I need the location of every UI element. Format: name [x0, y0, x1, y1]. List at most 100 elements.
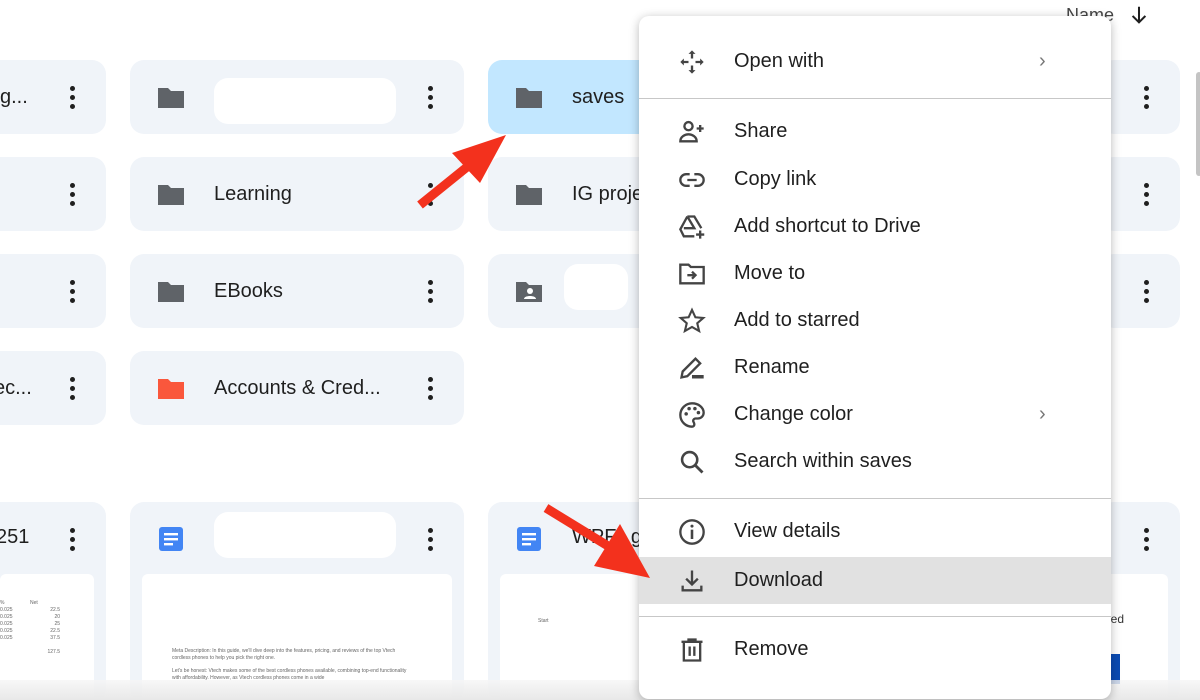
folder-name: saves	[572, 85, 625, 108]
folder-card[interactable]	[130, 60, 464, 134]
annotation-arrow-to-folder	[417, 135, 506, 209]
menu-item-add-to-starred[interactable]: Add to starred	[639, 297, 1111, 344]
table-cell: 20	[54, 614, 60, 620]
open-with-icon	[680, 49, 704, 74]
move-to-folder-icon	[679, 263, 705, 284]
folder-card[interactable]: Accounts & Cred...	[130, 351, 464, 425]
folder-name: Learning	[214, 182, 292, 205]
more-options-button[interactable]	[60, 82, 84, 112]
menu-item-share[interactable]: Share	[639, 108, 1111, 155]
menu-divider	[639, 498, 1111, 499]
redacted-name	[564, 264, 628, 310]
folder-card[interactable]	[0, 254, 106, 328]
table-cell: 0.025	[0, 628, 13, 634]
more-options-button[interactable]	[60, 373, 84, 403]
more-options-button[interactable]	[1134, 179, 1158, 209]
menu-item-move-to[interactable]: Move to	[639, 250, 1111, 297]
folder-card[interactable]: ec...	[0, 351, 106, 425]
context-menu: Open with › Share Copy link Add shortcut…	[639, 16, 1111, 699]
more-options-button[interactable]	[60, 179, 84, 209]
more-options-button[interactable]	[60, 524, 84, 554]
more-options-button[interactable]	[418, 82, 442, 112]
redacted-name	[214, 78, 396, 124]
menu-label: Search within saves	[734, 450, 912, 472]
download-icon	[681, 570, 703, 591]
menu-item-change-color[interactable]: Change color ›	[639, 391, 1111, 438]
file-name: 251	[0, 526, 30, 548]
menu-item-download[interactable]: Download	[639, 557, 1111, 604]
folder-icon	[158, 282, 184, 302]
more-options-button[interactable]	[418, 524, 442, 554]
menu-label: Remove	[734, 638, 809, 660]
menu-label: Change color	[734, 403, 853, 425]
table-total: 127.5	[47, 649, 60, 655]
menu-label: Add shortcut to Drive	[734, 215, 921, 237]
menu-item-search-within[interactable]: Search within saves	[639, 438, 1111, 485]
table-cell: 0.025	[0, 614, 13, 620]
thumbnail-text: Start	[538, 618, 549, 624]
table-cell: 0.025	[0, 635, 13, 641]
menu-label: Add to starred	[734, 309, 860, 331]
annotation-arrow-to-download	[543, 504, 650, 578]
file-card[interactable]: ged	[1100, 502, 1180, 700]
table-cell: 25	[54, 621, 60, 627]
folder-card[interactable]: EBooks	[130, 254, 464, 328]
person-add-icon	[679, 120, 704, 142]
menu-item-rename[interactable]: Rename	[639, 344, 1111, 391]
more-options-button[interactable]	[1134, 82, 1158, 112]
folder-card[interactable]	[1100, 157, 1180, 231]
table-cell: 22.5	[50, 607, 60, 613]
menu-label: Rename	[734, 356, 810, 378]
palette-icon	[679, 401, 705, 428]
file-card[interactable]: Meta Description: In this guide, we'll d…	[130, 502, 464, 700]
menu-item-remove[interactable]: Remove	[639, 626, 1111, 673]
table-cell: 0.025	[0, 621, 13, 627]
table-header: %	[0, 600, 5, 606]
table-cell: 22.5	[50, 628, 60, 634]
folder-card[interactable]: g...	[0, 60, 106, 134]
more-options-button[interactable]	[60, 276, 84, 306]
table-cell: 37.5	[50, 635, 60, 641]
more-options-button[interactable]	[1134, 276, 1158, 306]
folder-name: g...	[0, 85, 28, 108]
info-icon	[679, 518, 705, 545]
folder-icon-red	[158, 379, 184, 399]
folder-name: Accounts & Cred...	[214, 376, 381, 399]
search-icon	[680, 450, 704, 473]
file-card[interactable]: 251 % Net 0.025 22.5 0.025 20 0.025 25 0.025…	[0, 502, 106, 700]
menu-item-add-shortcut[interactable]: Add shortcut to Drive	[639, 203, 1111, 250]
menu-label: Move to	[734, 262, 806, 284]
more-options-button[interactable]	[1134, 524, 1158, 554]
menu-label: Open with	[734, 50, 825, 72]
folder-icon	[158, 88, 184, 108]
folder-icon	[158, 185, 184, 205]
menu-divider	[639, 98, 1111, 99]
table-cell: 0.025	[0, 607, 13, 613]
thumbnail-text: Meta Description: In this guide, we'll d…	[172, 648, 396, 661]
folder-card[interactable]	[1100, 254, 1180, 328]
folder-card[interactable]	[1100, 60, 1180, 134]
menu-label: View details	[734, 520, 841, 542]
menu-item-open-with[interactable]: Open with ›	[639, 38, 1111, 85]
table-header: Net	[30, 600, 38, 606]
folder-name: EBooks	[214, 279, 283, 302]
menu-label: Copy link	[734, 168, 817, 190]
menu-label: Share	[734, 120, 788, 142]
more-options-button[interactable]	[418, 276, 442, 306]
scrollbar[interactable]	[1196, 72, 1200, 176]
chevron-right-icon: ›	[1039, 403, 1046, 425]
star-icon	[678, 306, 706, 333]
menu-item-copy-link[interactable]: Copy link	[639, 156, 1111, 203]
folder-card[interactable]	[0, 157, 106, 231]
arrow-down-icon	[1131, 6, 1147, 24]
redacted-name	[214, 512, 396, 558]
trash-icon	[681, 637, 703, 662]
pencil-icon	[680, 356, 704, 379]
more-options-button[interactable]	[418, 373, 442, 403]
thumbnail-table: % Net 0.025 22.5 0.025 20 0.025 25 0.025 22.5…	[0, 600, 60, 656]
menu-item-view-details[interactable]: View details	[639, 508, 1111, 555]
drive-shortcut-icon	[679, 214, 705, 239]
folder-name: IG proje	[572, 182, 644, 205]
google-docs-icon	[159, 527, 183, 551]
folder-icon	[516, 88, 542, 108]
